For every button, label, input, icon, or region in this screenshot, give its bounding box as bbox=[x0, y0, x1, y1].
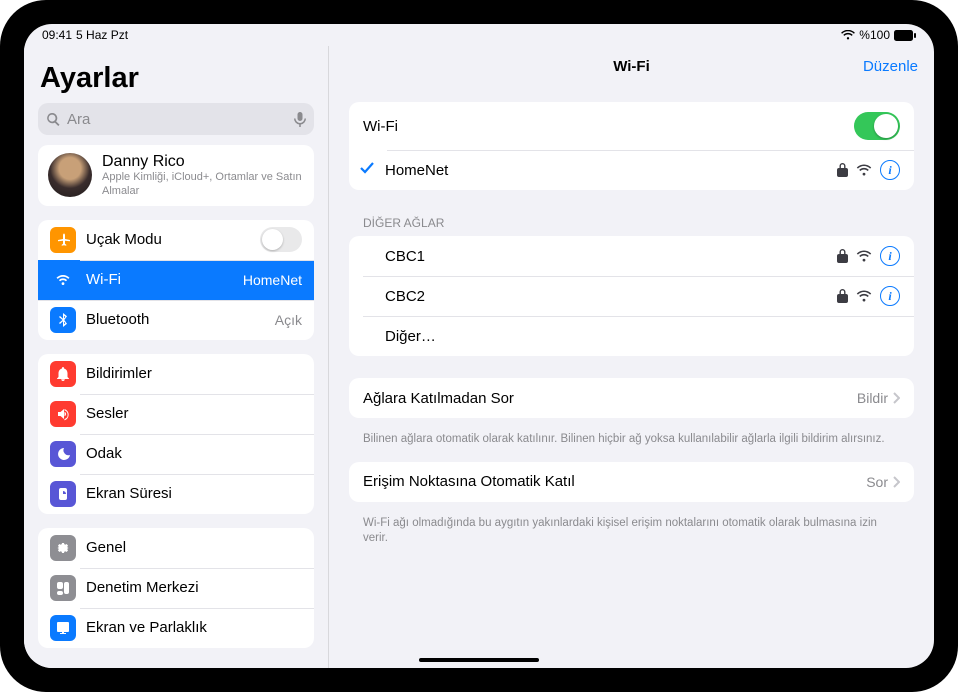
wifi-toggle-label: Wi-Fi bbox=[363, 118, 398, 135]
general-group: Genel Denetim Merkezi Ekran ve Parlaklık bbox=[38, 528, 314, 648]
user-name: Danny Rico bbox=[102, 153, 304, 171]
auto-hotspot-value: Sor bbox=[866, 474, 888, 490]
bluetooth-icon bbox=[50, 307, 76, 333]
screen: 09:41 5 Haz Pzt %100 Ayarlar Ara bbox=[24, 24, 934, 668]
sounds-label: Sesler bbox=[86, 405, 129, 422]
edit-button[interactable]: Düzenle bbox=[863, 58, 918, 75]
user-subtitle: Apple Kimliği, iCloud+, Ortamlar ve Satı… bbox=[102, 171, 304, 197]
control-center-row[interactable]: Denetim Merkezi bbox=[38, 568, 314, 608]
network-row-1[interactable]: CBC2 i bbox=[349, 276, 914, 316]
avatar bbox=[48, 153, 92, 197]
ask-to-join-value: Bildir bbox=[857, 390, 888, 406]
ask-to-join-footer: Bilinen ağlara otomatik olarak katılınır… bbox=[349, 426, 914, 462]
notifications-label: Bildirimler bbox=[86, 365, 152, 382]
display-row[interactable]: Ekran ve Parlaklık bbox=[38, 608, 314, 648]
wifi-row[interactable]: Wi-Fi HomeNet bbox=[38, 260, 314, 300]
ask-to-join-row[interactable]: Ağlara Katılmadan Sor Bildir bbox=[349, 378, 914, 418]
auto-hotspot-row[interactable]: Erişim Noktasına Otomatik Katıl Sor bbox=[349, 462, 914, 502]
other-network-label: Diğer… bbox=[385, 328, 436, 345]
auto-hotspot-group: Erişim Noktasına Otomatik Katıl Sor bbox=[349, 462, 914, 502]
notifications-icon bbox=[50, 361, 76, 387]
display-icon bbox=[50, 615, 76, 641]
detail-pane: Wi-Fi Düzenle Wi-Fi HomeNet bbox=[329, 46, 934, 668]
lock-icon bbox=[837, 163, 848, 177]
bluetooth-label: Bluetooth bbox=[86, 311, 149, 328]
wifi-icon bbox=[50, 267, 76, 293]
wifi-status-icon bbox=[841, 30, 855, 40]
focus-label: Odak bbox=[86, 445, 122, 462]
ask-to-join-label: Ağlara Katılmadan Sor bbox=[363, 390, 514, 407]
control-center-label: Denetim Merkezi bbox=[86, 579, 199, 596]
chevron-right-icon bbox=[892, 392, 900, 404]
focus-row[interactable]: Odak bbox=[38, 434, 314, 474]
ask-to-join-group: Ağlara Katılmadan Sor Bildir bbox=[349, 378, 914, 418]
apple-id-card[interactable]: Danny Rico Apple Kimliği, iCloud+, Ortam… bbox=[38, 145, 314, 206]
display-label: Ekran ve Parlaklık bbox=[86, 619, 207, 636]
navbar-title: Wi-Fi bbox=[613, 58, 650, 75]
sidebar: Ayarlar Ara Danny Rico Apple Kimliği, iC… bbox=[24, 46, 329, 668]
status-bar: 09:41 5 Haz Pzt %100 bbox=[24, 24, 934, 46]
wifi-value: HomeNet bbox=[243, 272, 302, 288]
general-label: Genel bbox=[86, 539, 126, 556]
connected-network-name: HomeNet bbox=[385, 162, 448, 179]
notifications-row[interactable]: Bildirimler bbox=[38, 354, 314, 394]
device-frame: 09:41 5 Haz Pzt %100 Ayarlar Ara bbox=[0, 0, 958, 692]
wifi-label: Wi-Fi bbox=[86, 271, 121, 288]
search-input[interactable]: Ara bbox=[38, 103, 314, 135]
settings-title: Ayarlar bbox=[24, 52, 328, 99]
wifi-toggle-group: Wi-Fi HomeNet i bbox=[349, 102, 914, 190]
auto-hotspot-footer: Wi-Fi ağı olmadığında bu aygıtın yakınla… bbox=[349, 510, 914, 561]
navbar: Wi-Fi Düzenle bbox=[329, 46, 934, 86]
wifi-signal-icon bbox=[856, 164, 872, 176]
status-battery-pct: %100 bbox=[859, 28, 890, 42]
info-button[interactable]: i bbox=[880, 286, 900, 306]
connected-network-row[interactable]: HomeNet i bbox=[349, 150, 914, 190]
other-networks-header: DİĞER AĞLAR bbox=[349, 198, 914, 236]
wifi-toggle-row[interactable]: Wi-Fi bbox=[349, 102, 914, 150]
screentime-icon bbox=[50, 481, 76, 507]
lock-icon bbox=[837, 249, 848, 263]
other-networks-group: CBC1 i CBC2 i bbox=[349, 236, 914, 356]
airplane-mode-toggle[interactable] bbox=[260, 227, 302, 252]
network-name-0: CBC1 bbox=[385, 248, 425, 265]
screentime-row[interactable]: Ekran Süresi bbox=[38, 474, 314, 514]
screentime-label: Ekran Süresi bbox=[86, 485, 172, 502]
battery-icon bbox=[894, 30, 916, 41]
dictation-icon[interactable] bbox=[294, 111, 306, 127]
bluetooth-row[interactable]: Bluetooth Açık bbox=[38, 300, 314, 340]
info-button[interactable]: i bbox=[880, 246, 900, 266]
info-button[interactable]: i bbox=[880, 160, 900, 180]
lock-icon bbox=[837, 289, 848, 303]
search-icon bbox=[46, 112, 61, 127]
airplane-icon bbox=[50, 227, 76, 253]
network-name-1: CBC2 bbox=[385, 288, 425, 305]
airplane-mode-row[interactable]: Uçak Modu bbox=[38, 220, 314, 260]
connectivity-group: Uçak Modu Wi-Fi HomeNet Bluetooth Açık bbox=[38, 220, 314, 340]
airplane-mode-label: Uçak Modu bbox=[86, 231, 162, 248]
network-row-0[interactable]: CBC1 i bbox=[349, 236, 914, 276]
status-date: 5 Haz Pzt bbox=[76, 28, 128, 42]
chevron-right-icon bbox=[892, 476, 900, 488]
control-center-icon bbox=[50, 575, 76, 601]
wifi-signal-icon bbox=[856, 290, 872, 302]
auto-hotspot-label: Erişim Noktasına Otomatik Katıl bbox=[363, 473, 575, 490]
search-placeholder: Ara bbox=[67, 111, 90, 128]
wifi-toggle[interactable] bbox=[854, 112, 900, 140]
general-row[interactable]: Genel bbox=[38, 528, 314, 568]
wifi-signal-icon bbox=[856, 250, 872, 262]
checkmark-icon bbox=[359, 161, 377, 179]
status-time: 09:41 bbox=[42, 28, 72, 42]
sounds-row[interactable]: Sesler bbox=[38, 394, 314, 434]
home-indicator[interactable] bbox=[419, 658, 539, 662]
focus-icon bbox=[50, 441, 76, 467]
gear-icon bbox=[50, 535, 76, 561]
notifications-group: Bildirimler Sesler Odak Ekran Süresi bbox=[38, 354, 314, 514]
other-network-row[interactable]: Diğer… bbox=[349, 316, 914, 356]
bluetooth-value: Açık bbox=[275, 312, 302, 328]
sounds-icon bbox=[50, 401, 76, 427]
